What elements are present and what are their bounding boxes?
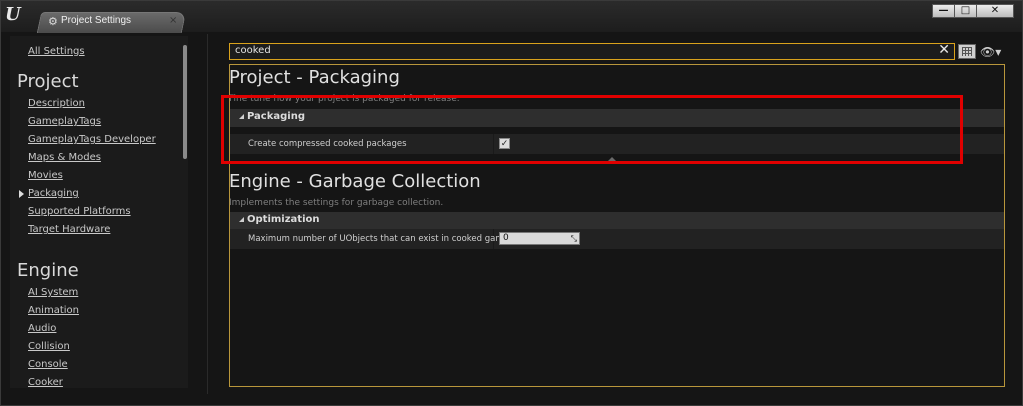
- gc-description: Implements the settings for garbage coll…: [229, 198, 444, 208]
- panel-splitter[interactable]: [207, 34, 208, 394]
- selected-arrow-icon: [19, 190, 24, 198]
- sidebar-item-ai-system[interactable]: AI System: [28, 287, 78, 298]
- optimization-category-title: Optimization: [247, 214, 320, 225]
- sidebar-item-console[interactable]: Console: [28, 359, 68, 370]
- sidebar-item-supported-platforms[interactable]: Supported Platforms: [28, 206, 131, 217]
- grid-view-icon[interactable]: [958, 44, 976, 59]
- eye-icon[interactable]: 👁▾: [980, 45, 1004, 59]
- tab-label: Project Settings: [61, 15, 132, 26]
- sidebar-item-description[interactable]: Description: [28, 98, 85, 109]
- all-settings-link[interactable]: All Settings: [28, 46, 85, 57]
- search-value: cooked: [235, 45, 271, 56]
- sidebar-item-maps-modes[interactable]: Maps & Modes: [28, 152, 101, 163]
- tab-close-button[interactable]: ×: [169, 15, 177, 26]
- sidebar-item-audio[interactable]: Audio: [28, 323, 56, 334]
- search-input[interactable]: cooked ✕: [229, 42, 955, 60]
- window-controls: — □ ✕: [932, 4, 1014, 18]
- sidebar-scrollbar[interactable]: [183, 45, 187, 159]
- clear-search-icon[interactable]: ✕: [938, 42, 950, 58]
- collapse-triangle-icon[interactable]: [239, 217, 244, 222]
- max-uobjects-value: 0: [503, 233, 509, 243]
- maximize-button[interactable]: □: [954, 4, 977, 18]
- close-button[interactable]: ✕: [976, 4, 1014, 18]
- packaging-page-title: Project - Packaging: [229, 67, 400, 88]
- sidebar-item-animation[interactable]: Animation: [28, 305, 79, 316]
- title-bar[interactable]: U ⚙ Project Settings × — □ ✕: [1, 1, 1022, 33]
- optimization-category-header[interactable]: [230, 212, 1004, 230]
- engine-heading: Engine: [17, 260, 79, 281]
- unreal-logo-icon: U: [5, 4, 21, 25]
- project-heading: Project: [17, 71, 79, 92]
- tab-project-settings[interactable]: ⚙ Project Settings ×: [45, 12, 183, 32]
- gear-icon: ⚙: [48, 15, 58, 28]
- sidebar-item-cooker[interactable]: Cooker: [28, 377, 63, 388]
- sidebar-item-target-hardware[interactable]: Target Hardware: [28, 224, 110, 235]
- sidebar-item-packaging[interactable]: Packaging: [28, 188, 79, 199]
- max-uobjects-input[interactable]: 0 ⤡: [499, 232, 580, 245]
- sidebar-item-movies[interactable]: Movies: [28, 170, 63, 181]
- minimize-button[interactable]: —: [932, 4, 955, 18]
- sidebar-item-gameplaytags-developer[interactable]: GameplayTags Developer: [28, 134, 156, 145]
- highlight-annotation: [221, 95, 963, 164]
- gc-page-title: Engine - Garbage Collection: [229, 171, 481, 192]
- resize-grip-icon[interactable]: ⤡: [571, 234, 577, 244]
- sidebar-item-collision[interactable]: Collision: [28, 341, 70, 352]
- sidebar-item-gameplaytags[interactable]: GameplayTags: [28, 116, 101, 127]
- property-label-max-uobjects: Maximum number of UObjects that can exis…: [248, 234, 509, 244]
